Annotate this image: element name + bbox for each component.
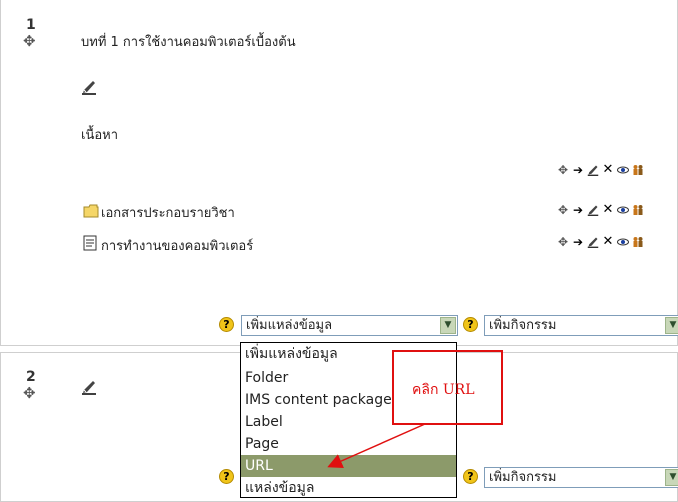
group-mode-icon[interactable]: [632, 236, 644, 248]
resource-edit-icons: ✥ ➔ ✕: [557, 235, 644, 249]
add-resource-select[interactable]: เพิ่มแหล่งข้อมูล ▼: [241, 315, 458, 336]
annotation-callout-text: คลิก URL: [412, 382, 475, 398]
resource-link[interactable]: การทำงานของคอมพิวเตอร์: [101, 235, 253, 256]
delete-icon[interactable]: ✕: [602, 163, 614, 176]
help-icon[interactable]: ?: [219, 469, 234, 484]
add-activity-select[interactable]: เพิ่มกิจกรรม ▼: [484, 467, 678, 488]
chevron-down-icon[interactable]: ▼: [440, 317, 456, 334]
dropdown-option-page[interactable]: Page: [241, 433, 456, 455]
add-resource-select-value: เพิ่มแหล่งข้อมูล: [246, 318, 333, 333]
annotation-callout-box: คลิก URL: [392, 350, 503, 425]
visibility-eye-icon[interactable]: [617, 204, 629, 216]
help-icon[interactable]: ?: [463, 317, 478, 332]
delete-icon[interactable]: ✕: [602, 235, 614, 248]
section-number: 2: [26, 369, 36, 385]
visibility-eye-icon[interactable]: [617, 236, 629, 248]
indent-right-icon[interactable]: ➔: [572, 204, 584, 216]
edit-icon[interactable]: [587, 236, 599, 248]
indent-right-icon[interactable]: ➔: [572, 236, 584, 248]
subheading-edit-icons: ✥ ➔ ✕: [557, 163, 644, 177]
group-mode-icon[interactable]: [632, 164, 644, 176]
move-icon[interactable]: ✥: [557, 204, 569, 216]
add-activity-select[interactable]: เพิ่มกิจกรรม ▼: [484, 315, 678, 336]
resource-edit-icons: ✥ ➔ ✕: [557, 203, 644, 217]
visibility-eye-icon[interactable]: [617, 164, 629, 176]
edit-icon[interactable]: [587, 204, 599, 216]
document-icon: [83, 235, 99, 251]
content-subheading: เนื้อหา: [81, 128, 119, 143]
add-activity-select-value: เพิ่มกิจกรรม: [489, 470, 557, 485]
move-section-icon[interactable]: ✥: [23, 34, 36, 49]
section-number: 1: [26, 17, 36, 33]
help-icon[interactable]: ?: [463, 469, 478, 484]
move-icon[interactable]: ✥: [557, 236, 569, 248]
chevron-down-icon[interactable]: ▼: [665, 317, 678, 334]
section-title: บทที่ 1 การใช้งานคอมพิวเตอร์เบื้องต้น: [81, 35, 296, 50]
move-icon[interactable]: ✥: [557, 164, 569, 176]
dropdown-option-resource[interactable]: แหล่งข้อมูล: [241, 477, 456, 499]
dropdown-option-url[interactable]: URL: [241, 455, 456, 477]
resource-link[interactable]: เอกสารประกอบรายวิชา: [101, 202, 235, 223]
edit-summary-icon[interactable]: [81, 79, 97, 95]
indent-right-icon[interactable]: ➔: [572, 164, 584, 176]
group-mode-icon[interactable]: [632, 204, 644, 216]
edit-icon[interactable]: [587, 164, 599, 176]
delete-icon[interactable]: ✕: [602, 203, 614, 216]
edit-summary-icon[interactable]: [81, 379, 97, 395]
folder-icon: [83, 203, 99, 218]
move-section-icon[interactable]: ✥: [23, 386, 36, 401]
help-icon[interactable]: ?: [219, 317, 234, 332]
add-activity-select-value: เพิ่มกิจกรรม: [489, 318, 557, 333]
course-section-1: 1 ✥ บทที่ 1 การใช้งานคอมพิวเตอร์เบื้องต้…: [0, 0, 678, 346]
chevron-down-icon[interactable]: ▼: [665, 469, 678, 486]
